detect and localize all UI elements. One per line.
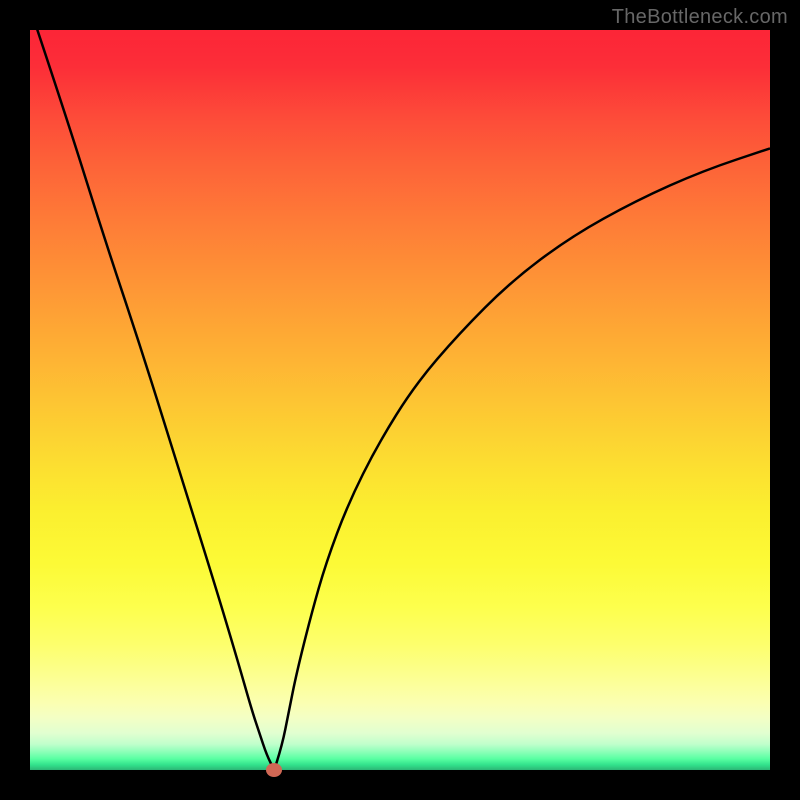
minimum-marker [266,763,282,777]
bottleneck-curve [30,30,770,770]
watermark-text: TheBottleneck.com [612,6,788,29]
chart-plot-area [30,30,770,770]
